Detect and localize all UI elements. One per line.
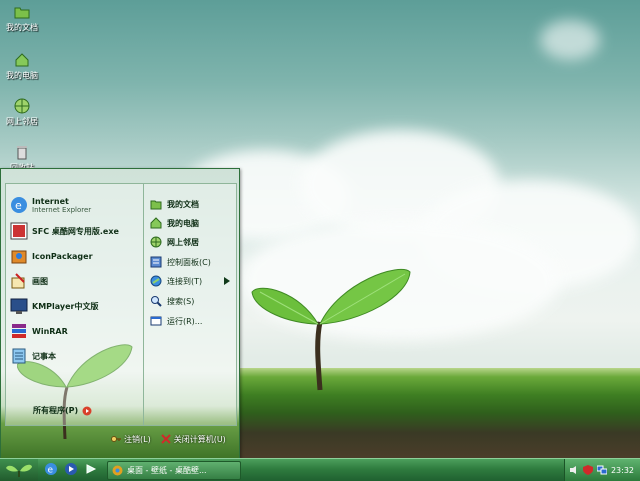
menu-item-sublabel: Internet Explorer [32,205,92,214]
show-desktop-icon[interactable] [84,462,98,476]
shutdown-label: 关闭计算机(U) [173,434,226,444]
media-player-icon[interactable] [64,462,78,476]
menu-item-notepad[interactable]: 记事本 [10,345,140,367]
recycle-bin-icon [17,146,27,160]
house-icon [150,217,162,229]
ie-icon[interactable]: e [44,462,58,476]
leaf-logo-icon [6,464,32,477]
start-menu: e Internet Internet Explorer SFC 桌酷网专用版.… [0,168,240,459]
menu-item-winrar[interactable]: WinRAR [10,320,140,342]
volume-icon[interactable] [569,465,579,475]
shutdown-button[interactable]: 关闭计算机(U) [160,434,226,445]
menu-item-label: 我的电脑 [167,218,199,228]
taskbar-window-button[interactable]: 桌面 - 壁纸 - 桌酷壁... [107,461,241,480]
logoff-button[interactable]: 注销(L) [111,434,151,445]
menu-item-label: 搜索(S) [167,296,195,306]
cloud [540,20,600,60]
network-icon[interactable] [596,465,607,475]
browser-icon [112,465,123,476]
desktop-icon-label: 网上邻居 [6,117,38,126]
menu-item-kmplayer[interactable]: KMPlayer中文版 [10,295,140,317]
menu-item-run[interactable]: 运行(R)... [150,313,202,329]
desktop-icon-label: 我的文档 [6,23,38,32]
menu-item-paint[interactable]: 画图 [10,270,140,292]
arrow-right-icon [82,406,92,415]
pinned-programs-panel: e Internet Internet Explorer SFC 桌酷网专用版.… [5,183,144,426]
search-icon [151,296,162,307]
ie-icon: e [11,197,27,213]
menu-item-connect-to[interactable]: 连接到(T) [150,273,202,289]
run-icon [150,316,162,326]
desktop-icon-label: 我的电脑 [6,71,38,80]
menu-item-label: 我的文档 [167,199,199,209]
globe-icon [150,236,162,248]
menu-item-label: 记事本 [32,351,56,361]
clock[interactable]: 23:32 [611,466,634,475]
taskbar: e 桌面 - 壁纸 - 桌酷壁... 23:32 [0,458,640,481]
taskbar-window-label: 桌面 - 壁纸 - 桌酷壁... [127,466,207,475]
security-shield-icon[interactable] [582,465,593,475]
notepad-icon [12,348,26,364]
svg-text:e: e [15,199,22,212]
menu-item-control-panel[interactable]: 控制面板(C) [150,254,211,270]
menu-item-my-documents[interactable]: 我的文档 [150,196,199,212]
start-button[interactable] [0,459,38,481]
control-panel-icon [150,256,162,268]
desktop-icon-my-computer[interactable]: 我的电脑 [2,52,42,81]
all-programs-label: 所有程序(P) [33,406,79,415]
menu-item-label: IconPackager [32,251,93,261]
menu-item-label: 画图 [32,276,48,286]
menu-item-label: 连接到(T) [167,276,203,286]
menu-item-label: 网上邻居 [167,237,199,247]
folder-icon [150,200,162,210]
menu-item-network[interactable]: 网上邻居 [150,234,199,250]
menu-item-iconpackager[interactable]: IconPackager [10,245,140,267]
quick-launch: e [44,462,98,476]
menu-item-my-computer[interactable]: 我的电脑 [150,215,199,231]
menu-item-internet[interactable]: e Internet Internet Explorer [10,194,140,216]
all-programs-button[interactable]: 所有程序(P) [33,405,92,416]
menu-item-label: KMPlayer中文版 [32,301,99,311]
logoff-label: 注销(L) [124,434,151,444]
key-icon [111,436,121,442]
power-icon [160,434,171,444]
places-panel: 我的文档 我的电脑 网上邻居 控制面板(C) 连接到(T) 搜索(S) 运行(R… [143,183,237,426]
desktop-icon-my-documents[interactable]: 我的文档 [2,4,42,33]
winrar-icon [12,324,26,338]
folder-icon [14,7,30,19]
menu-item-search[interactable]: 搜索(S) [150,293,194,309]
paint-icon [11,273,25,289]
menu-item-label: 控制面板(C) [167,257,211,267]
house-icon [15,53,29,67]
kmplayer-icon [10,298,28,314]
system-tray: 23:32 [564,459,640,481]
sfc-icon [10,222,28,240]
menu-item-label: 运行(R)... [167,316,203,326]
submenu-arrow-icon [224,277,230,285]
menu-item-label: Internet [32,196,69,206]
connect-icon [150,275,162,287]
menu-item-label: SFC 桌酷网专用版.exe [32,226,119,236]
svg-text:e: e [48,466,54,476]
desktop-icon-network[interactable]: 网上邻居 [2,98,42,127]
iconpackager-icon [11,250,27,264]
menu-item-sfc[interactable]: SFC 桌酷网专用版.exe [10,220,140,242]
menu-item-label: WinRAR [32,326,68,336]
globe-icon [14,98,30,114]
sprout-image [251,268,411,391]
session-buttons: 注销(L) 关闭计算机(U) [111,431,226,447]
